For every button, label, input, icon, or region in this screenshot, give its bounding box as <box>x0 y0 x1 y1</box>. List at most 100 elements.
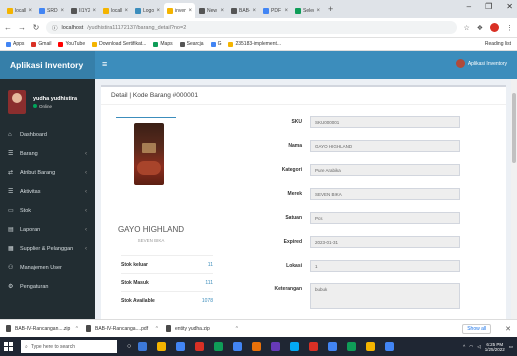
browser-tab[interactable]: inventor× <box>164 3 195 18</box>
tab-close-icon[interactable]: × <box>28 8 32 14</box>
search-icon: ⌕ <box>25 343 28 350</box>
taskbar-app-icon[interactable] <box>385 342 395 351</box>
sidebar-item[interactable]: ⚇ Manajemen User <box>0 258 95 277</box>
tab-close-icon[interactable]: × <box>188 8 192 14</box>
sidebar-item-label: Atribut Barang <box>20 169 56 176</box>
new-tab-button[interactable]: + <box>328 4 333 14</box>
taskbar-app-icon[interactable] <box>176 342 186 351</box>
app-logo[interactable]: Aplikasi Inventory <box>0 51 95 79</box>
profile-avatar[interactable] <box>490 23 499 32</box>
page-scrollbar[interactable] <box>511 79 517 319</box>
sidebar-item[interactable]: ⇄ Atribut Barang ‹ <box>0 163 95 182</box>
tab-favicon-icon <box>263 7 269 14</box>
sidebar-item[interactable]: ☰ Aktivitas ‹ <box>0 182 95 201</box>
taskbar-app-icon[interactable] <box>233 342 243 351</box>
taskbar-app-icon[interactable] <box>328 342 338 351</box>
browser-tab[interactable]: BAB-IV× <box>228 3 259 18</box>
tab-close-icon[interactable]: × <box>156 8 160 14</box>
bookmark-item[interactable]: Apps <box>6 41 24 47</box>
browser-tab[interactable]: New Tab× <box>196 3 227 18</box>
taskbar-app-icon[interactable] <box>271 342 281 351</box>
browser-tab[interactable]: SRD 07× <box>36 3 67 18</box>
chevron-up-icon[interactable]: ^ <box>76 326 78 332</box>
download-item[interactable]: entity yudha.zip ^ <box>166 325 238 332</box>
scrollbar-thumb[interactable] <box>512 93 516 163</box>
browser-tab[interactable]: Select× <box>292 3 323 18</box>
chevron-left-icon: ‹ <box>85 245 87 252</box>
bookmark-item[interactable]: G <box>210 41 221 47</box>
back-icon[interactable]: ← <box>4 23 12 32</box>
sidebar-item-icon: ⌂ <box>8 131 12 138</box>
tab-close-icon[interactable]: × <box>284 8 288 14</box>
taskbar-app-icon[interactable] <box>214 342 224 351</box>
product-image <box>134 123 164 185</box>
extensions-icon[interactable]: ❖ <box>477 24 483 32</box>
close-downloads-icon[interactable]: ✕ <box>505 325 511 333</box>
file-icon <box>6 325 11 332</box>
clock[interactable]: 6:25 PM 1/25/2022 <box>485 342 505 352</box>
sidebar-item[interactable]: ☰ Barang ‹ <box>0 144 95 163</box>
download-item[interactable]: BAB-IV-Rancanga....pdf ^ <box>86 325 158 332</box>
cortana-icon[interactable]: ○ <box>127 343 131 350</box>
sidebar-item[interactable]: ⚙ Pengaturan <box>0 277 95 296</box>
sidebar-item[interactable]: ▭ Stok ‹ <box>0 201 95 220</box>
taskbar-app-icon[interactable] <box>138 342 148 351</box>
show-all-button[interactable]: Show all <box>462 323 492 334</box>
taskbar-search-input[interactable]: ⌕ Type here to search <box>21 340 117 353</box>
notification-icon[interactable]: ▭ <box>509 344 513 350</box>
download-item[interactable]: BAB-IV-Rancangan....zip ^ <box>6 325 78 332</box>
bookmark-item[interactable]: Maps <box>153 41 173 47</box>
browser-tab[interactable]: localhost× <box>4 3 35 18</box>
stock-value: 11 <box>207 261 213 268</box>
browser-menu-icon[interactable]: ⋮ <box>506 24 513 32</box>
volume-icon[interactable]: ◁ <box>477 344 480 350</box>
sidebar-item[interactable]: ⌂ Dashboard <box>0 125 95 144</box>
sidebar-item-label: Barang <box>20 150 38 157</box>
field-row: Kategori Pure Arabika <box>251 163 501 177</box>
info-icon[interactable]: ⓘ <box>52 24 58 32</box>
user-menu[interactable]: Aplikasi Inventory <box>455 59 507 68</box>
windows-start-icon[interactable] <box>4 342 13 351</box>
tab-close-icon[interactable]: × <box>316 8 320 14</box>
taskbar-app-icon[interactable] <box>366 342 376 351</box>
reading-list-button[interactable]: Reading list <box>485 41 511 47</box>
taskbar-app-icon[interactable] <box>290 342 300 351</box>
chevron-up-icon[interactable]: ^ <box>156 326 158 332</box>
bookmark-item[interactable]: 235183-implement... <box>228 41 281 47</box>
tab-favicon-icon <box>135 7 141 14</box>
close-window-icon[interactable]: ✕ <box>506 2 513 11</box>
browser-tab[interactable]: localhost× <box>100 3 131 18</box>
sidebar-item[interactable]: ▦ Supplier & Pelanggan ‹ <box>0 239 95 258</box>
bookmark-item[interactable]: Gmail <box>31 41 51 47</box>
taskbar-app-icon[interactable] <box>309 342 319 351</box>
tab-close-icon[interactable]: × <box>220 8 224 14</box>
bookmark-item[interactable]: Searcja <box>179 41 204 47</box>
restore-icon[interactable]: ❐ <box>485 2 492 11</box>
tab-favicon-icon <box>295 7 301 14</box>
browser-tab[interactable]: II1Y2-u× <box>68 3 99 18</box>
tab-close-icon[interactable]: × <box>60 8 64 14</box>
taskbar-app-icon[interactable] <box>157 342 167 351</box>
url-input[interactable]: ⓘ localhost/yudhistira11172137/barang_de… <box>46 21 458 34</box>
hamburger-icon[interactable]: ≡ <box>102 59 107 69</box>
sidebar-item[interactable]: ▤ Laporan ‹ <box>0 220 95 239</box>
bookmark-star-icon[interactable]: ☆ <box>463 24 469 32</box>
image-divider <box>116 117 176 118</box>
reload-icon[interactable]: ↻ <box>32 23 40 32</box>
taskbar-app-icon[interactable] <box>195 342 205 351</box>
taskbar-app-icon[interactable] <box>347 342 357 351</box>
tray-up-icon[interactable]: ^ <box>463 344 465 349</box>
forward-icon[interactable]: → <box>18 23 26 32</box>
tab-close-icon[interactable]: × <box>252 8 256 14</box>
bookmark-item[interactable]: Download Sertifikat... <box>92 41 146 47</box>
tab-close-icon[interactable]: × <box>92 8 96 14</box>
minimize-icon[interactable]: – <box>467 2 471 11</box>
bookmark-favicon-icon <box>58 41 64 47</box>
chevron-up-icon[interactable]: ^ <box>236 326 238 332</box>
bookmark-item[interactable]: YouTube <box>58 41 85 47</box>
taskbar-app-icon[interactable] <box>252 342 262 351</box>
browser-tab[interactable]: Logout× <box>132 3 163 18</box>
wifi-icon[interactable]: ◠ <box>469 344 473 350</box>
tab-close-icon[interactable]: × <box>124 8 128 14</box>
browser-tab[interactable]: PDF × <box>260 3 291 18</box>
